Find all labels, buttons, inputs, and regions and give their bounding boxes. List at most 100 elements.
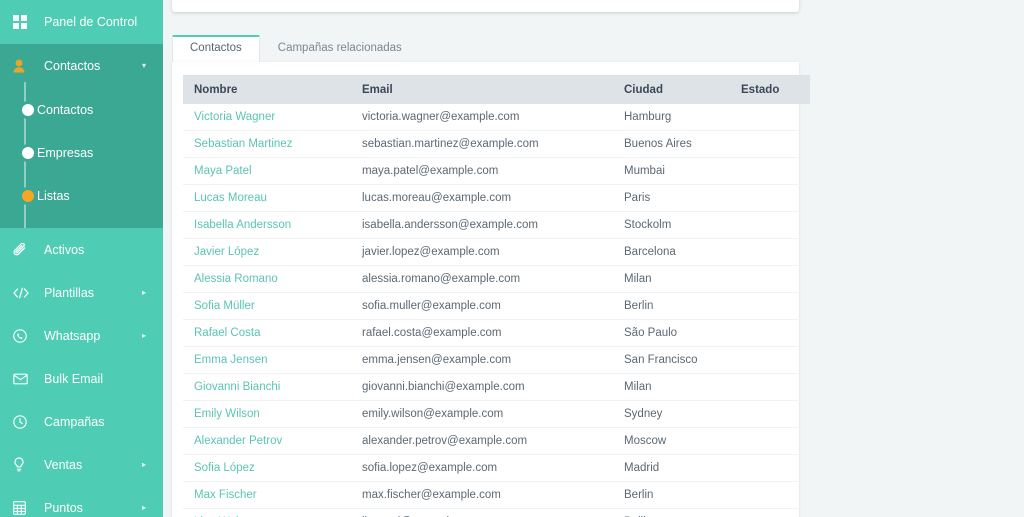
- sidebar-item-bulk-email[interactable]: Bulk Email: [0, 357, 163, 400]
- table-row[interactable]: Victoria Wagner victoria.wagner@example.c…: [183, 104, 810, 131]
- table-row[interactable]: Sebastian Martinez sebastian.martinez@exa…: [183, 130, 810, 158]
- contact-name-link[interactable]: Alexander Petrov: [194, 435, 282, 447]
- table-row[interactable]: Emily Wilson emily.wilson@example.com Sydn…: [183, 400, 810, 428]
- chevron-right-icon: ▸: [141, 330, 146, 340]
- cell-estado: [730, 319, 810, 347]
- cell-email: sofia.lopez@example.com: [351, 454, 613, 482]
- cell-estado: [730, 157, 810, 185]
- cell-nombre: Lucas Moreau: [183, 184, 351, 212]
- chevron-right-icon: ▸: [141, 459, 146, 469]
- cell-nombre: Isabella Andersson: [183, 211, 351, 239]
- contact-name-link[interactable]: Max Fischer: [194, 489, 257, 501]
- sidebar-item-label: Plantillas: [44, 285, 95, 300]
- contact-name-link[interactable]: Sebastian Martinez: [194, 138, 292, 150]
- sidebar-item-label: Ventas: [44, 457, 83, 472]
- sidebar-item-puntos[interactable]: Puntos ▸: [0, 486, 163, 517]
- contacts-table: Nombre Email Ciudad Estado Victoria Wagn…: [183, 75, 810, 517]
- contact-name-link[interactable]: Lucas Moreau: [194, 192, 267, 204]
- table-row[interactable]: Max Fischer max.fischer@example.com Berlin: [183, 481, 810, 509]
- table-row[interactable]: Giovanni Bianchi giovanni.bianchi@example…: [183, 373, 810, 401]
- table-row[interactable]: Javier López javier.lopez@example.com Barc…: [183, 238, 810, 266]
- cell-ciudad: Sydney: [613, 400, 730, 428]
- contact-name-link[interactable]: Maya Patel: [194, 165, 252, 177]
- cell-email: max.fischer@example.com: [351, 481, 613, 509]
- cell-nombre: Max Fischer: [183, 481, 351, 509]
- table-header-row: Nombre Email Ciudad Estado: [183, 75, 810, 104]
- column-header-email[interactable]: Email: [351, 75, 613, 104]
- cell-nombre: Emily Wilson: [183, 400, 351, 428]
- user-icon: [13, 59, 37, 73]
- cell-estado: [730, 292, 810, 320]
- grid-icon: [13, 15, 37, 29]
- chevron-down-icon: ▾: [141, 61, 146, 70]
- cell-nombre: Alexander Petrov: [183, 427, 351, 455]
- table-header: Nombre Email Ciudad Estado: [183, 75, 810, 104]
- sidebar-subitem-contactos[interactable]: Contactos: [0, 88, 163, 131]
- table-row[interactable]: Ling Weiling.wei@example.comBeijing: [183, 508, 810, 517]
- tab-campanas-relacionadas[interactable]: Campañas relacionadas: [260, 35, 420, 62]
- cell-email: emma.jensen@example.com: [351, 346, 613, 374]
- cell-email: isabella.andersson@example.com: [351, 211, 613, 239]
- cell-nombre: Rafael Costa: [183, 319, 351, 347]
- cell-nombre: Alessia Romano: [183, 265, 351, 293]
- sidebar-group-contactos: Contactos ▾ Contactos Empresas Listas: [0, 44, 163, 228]
- chevron-right-icon: ▸: [141, 502, 146, 512]
- table-row[interactable]: Alexander Petrov alexander.petrov@example…: [183, 427, 810, 455]
- cell-estado: [730, 130, 810, 158]
- contact-name-link[interactable]: Sofia Müller: [194, 300, 255, 312]
- cell-nombre: Sebastian Martinez: [183, 130, 351, 158]
- contact-name-link[interactable]: Javier López: [194, 246, 259, 258]
- contact-name-link[interactable]: Victoria Wagner: [194, 111, 275, 123]
- contact-name-link[interactable]: Rafael Costa: [194, 327, 260, 339]
- sidebar-item-activos[interactable]: Activos: [0, 228, 163, 271]
- contact-name-link[interactable]: Giovanni Bianchi: [194, 381, 280, 393]
- cell-nombre: Sofia Müller: [183, 292, 351, 320]
- bullet-active-icon: [19, 186, 37, 205]
- table-row[interactable]: Alessia Romano alessia.romano@example.com…: [183, 265, 810, 293]
- cell-ciudad: San Francisco: [613, 346, 730, 374]
- cell-ciudad: Barcelona: [613, 238, 730, 266]
- cell-ciudad: Madrid: [613, 454, 730, 482]
- table-row[interactable]: Isabella Andersson isabella.andersson@exa…: [183, 211, 810, 239]
- cell-nombre: Javier López: [183, 238, 351, 266]
- sidebar-item-label: Whatsapp: [44, 328, 101, 343]
- contact-name-link[interactable]: Emily Wilson: [194, 408, 260, 420]
- contact-name-link[interactable]: Emma Jensen: [194, 354, 268, 366]
- cell-email: emily.wilson@example.com: [351, 400, 613, 428]
- table-row[interactable]: Sofia López sofia.lopez@example.com Madrid: [183, 454, 810, 482]
- table-row[interactable]: Lucas Moreau lucas.moreau@example.com Pari…: [183, 184, 810, 212]
- column-header-estado[interactable]: Estado: [730, 75, 810, 104]
- cell-email: alexander.petrov@example.com: [351, 427, 613, 455]
- sidebar-item-ventas[interactable]: Ventas ▸: [0, 443, 163, 486]
- lightbulb-icon: [13, 457, 37, 472]
- cell-estado: [730, 265, 810, 293]
- table-row[interactable]: Sofia Müller sofia.muller@example.com Berl…: [183, 292, 810, 320]
- contact-name-link[interactable]: Isabella Andersson: [194, 219, 291, 231]
- contact-name-link[interactable]: Sofia López: [194, 462, 255, 474]
- cell-ciudad: Berlin: [613, 292, 730, 320]
- contact-name-link[interactable]: Alessia Romano: [194, 273, 278, 285]
- cell-estado: [730, 400, 810, 428]
- cell-ciudad: Milan: [613, 373, 730, 401]
- sidebar-item-campanas[interactable]: Campañas: [0, 400, 163, 443]
- tab-contactos[interactable]: Contactos: [172, 35, 260, 62]
- column-header-ciudad[interactable]: Ciudad: [613, 75, 730, 104]
- sidebar-item-label: Activos: [44, 242, 85, 257]
- table-row[interactable]: Rafael Costa rafael.costa@example.com São …: [183, 319, 810, 347]
- column-header-nombre[interactable]: Nombre: [183, 75, 351, 104]
- cell-nombre: Victoria Wagner: [183, 104, 351, 131]
- cell-estado: [730, 508, 810, 517]
- sidebar-subitem-listas[interactable]: Listas: [0, 174, 163, 217]
- table-row[interactable]: Maya Patel maya.patel@example.com Mumbai: [183, 157, 810, 185]
- sidebar-item-label: Campañas: [44, 414, 105, 429]
- cell-email: javier.lopez@example.com: [351, 238, 613, 266]
- sidebar-item-whatsapp[interactable]: Whatsapp ▸: [0, 314, 163, 357]
- paperclip-icon: [13, 242, 37, 257]
- envelope-icon: [13, 373, 37, 385]
- sidebar-subitem-empresas[interactable]: Empresas: [0, 131, 163, 174]
- code-icon: [13, 287, 37, 299]
- sidebar-item-panel-de-control[interactable]: Panel de Control: [0, 0, 163, 44]
- sidebar-item-plantillas[interactable]: Plantillas ▸: [0, 271, 163, 314]
- sidebar-item-label: Contactos: [44, 59, 101, 73]
- table-row[interactable]: Emma Jensen emma.jensen@example.com San Fr…: [183, 346, 810, 374]
